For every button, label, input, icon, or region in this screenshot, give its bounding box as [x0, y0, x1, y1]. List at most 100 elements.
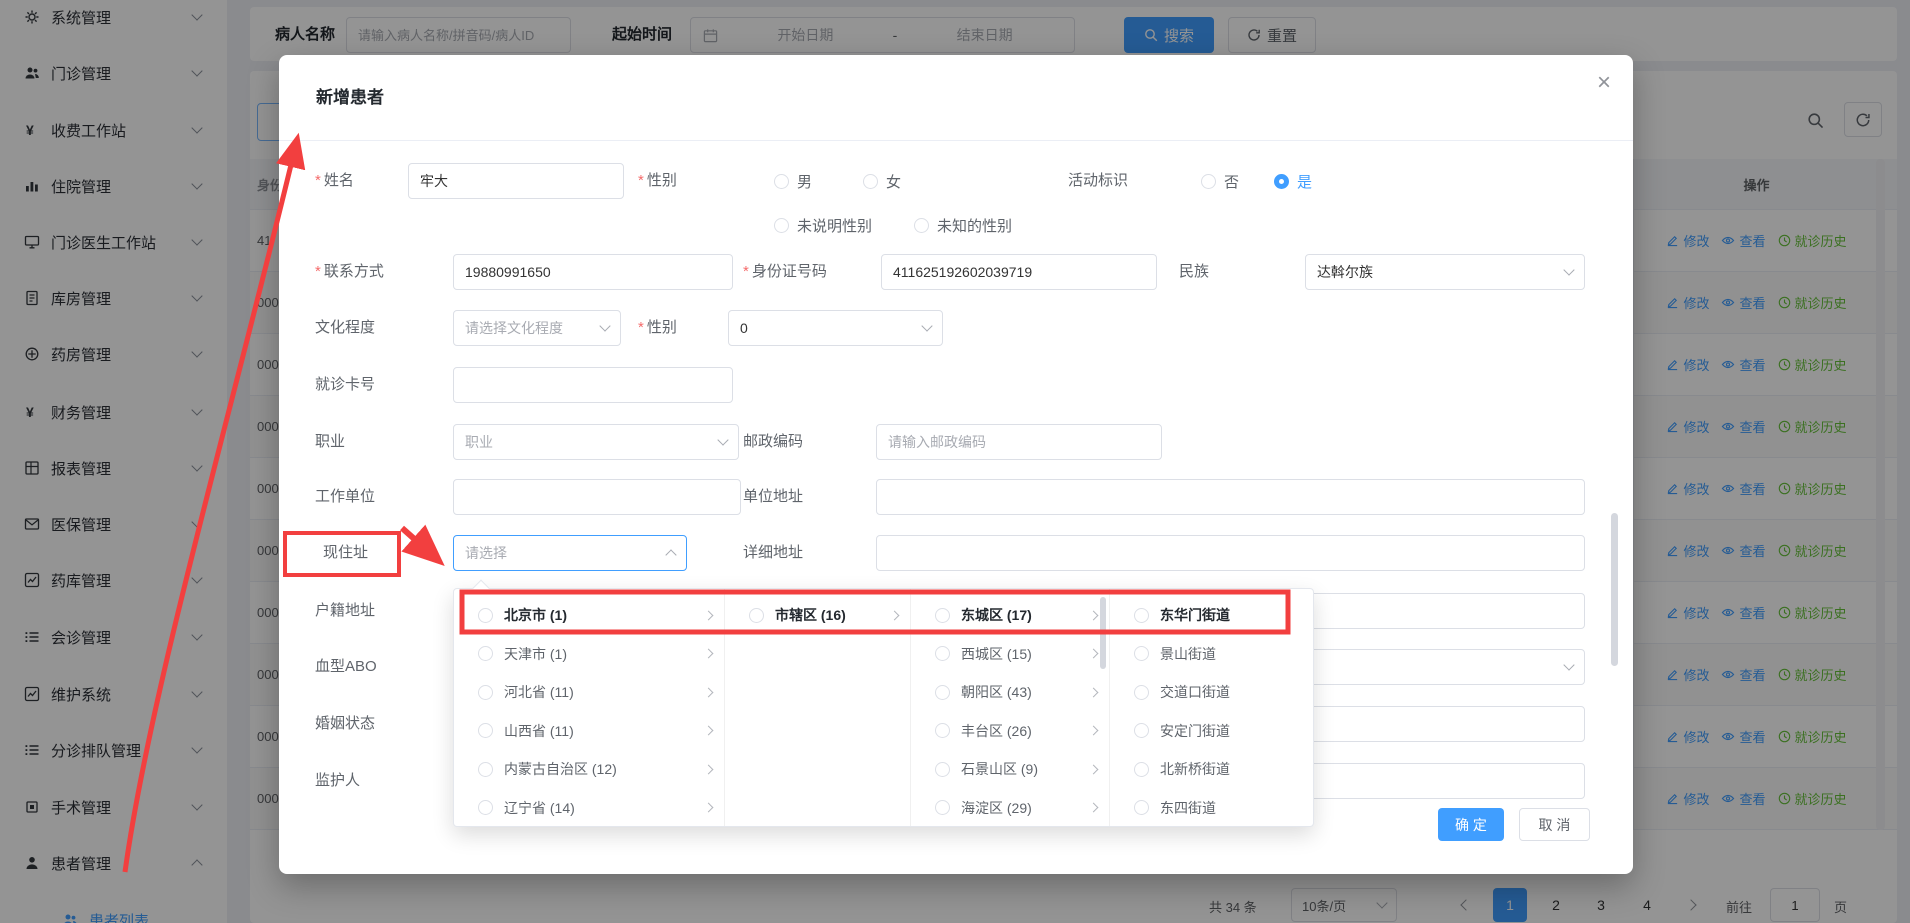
id-card-input[interactable]	[881, 254, 1157, 290]
cascader-option-label: 西城区 (15)	[961, 644, 1090, 664]
radio-icon[interactable]	[1134, 646, 1149, 661]
radio-icon[interactable]	[935, 685, 950, 700]
dialog-scrollbar[interactable]	[1611, 513, 1618, 666]
radio-icon[interactable]	[1134, 723, 1149, 738]
chevron-right-icon	[704, 687, 714, 697]
education-label: 文化程度	[315, 310, 375, 346]
radio-icon[interactable]	[1134, 685, 1149, 700]
cascader-scrollbar[interactable]	[1100, 597, 1106, 669]
chevron-right-icon	[1089, 764, 1099, 774]
active-flag-radio-no[interactable]: 否	[1201, 163, 1239, 199]
occupation-select[interactable]: 职业	[453, 424, 739, 460]
cascader-option-label: 辽宁省 (14)	[504, 798, 705, 818]
cascader-option-xicheng[interactable]: 西城区 (15)	[911, 635, 1109, 674]
cascader-option-andingmen[interactable]: 安定门街道	[1110, 712, 1314, 751]
cascader-option-label: 天津市 (1)	[504, 644, 705, 664]
cascader-option-beixinqiao[interactable]: 北新桥街道	[1110, 750, 1314, 789]
cascader-option-dongcheng[interactable]: 东城区 (17)	[911, 596, 1109, 635]
ethnicity-select[interactable]: 达斡尔族	[1305, 254, 1585, 290]
cascader-option-jingshan[interactable]: 景山街道	[1110, 635, 1314, 674]
radio-icon[interactable]	[935, 800, 950, 815]
app: 系统管理 门诊管理 ¥ 收费工作站 住院管理 门诊医生工作站 库房管理	[0, 0, 1910, 923]
guardian-label: 监护人	[315, 763, 360, 799]
radio-icon[interactable]	[478, 723, 493, 738]
cascader-option-shanxi[interactable]: 山西省 (11)	[454, 712, 724, 751]
chevron-down-icon	[717, 434, 728, 445]
employer-input[interactable]	[453, 479, 741, 515]
cascader-option-label: 东华门街道	[1160, 605, 1302, 625]
gender-label: *性别	[638, 163, 677, 199]
radio-icon[interactable]	[478, 762, 493, 777]
radio-icon	[774, 174, 789, 189]
postcode-input[interactable]	[876, 424, 1162, 460]
employer-label: 工作单位	[315, 479, 375, 515]
cascader-option-liaoning[interactable]: 辽宁省 (14)	[454, 789, 724, 828]
radio-icon	[914, 218, 929, 233]
employer-address-label: 单位地址	[743, 479, 803, 515]
gender-code-select[interactable]: 0	[728, 310, 943, 346]
cancel-button[interactable]: 取 消	[1519, 808, 1590, 841]
cascader-option-hebei[interactable]: 河北省 (11)	[454, 673, 724, 712]
visit-card-input[interactable]	[453, 367, 733, 403]
chevron-right-icon	[1089, 649, 1099, 659]
close-icon[interactable]: ×	[1597, 71, 1611, 95]
gender-radio-unknown[interactable]: 未知的性别	[914, 207, 1012, 243]
cascader-option-dongsi[interactable]: 东四街道	[1110, 789, 1314, 828]
gender-radio-unstated[interactable]: 未说明性别	[774, 207, 872, 243]
radio-icon[interactable]	[478, 685, 493, 700]
select-placeholder: 请选择文化程度	[465, 318, 563, 338]
cascader-option-tianjin[interactable]: 天津市 (1)	[454, 635, 724, 674]
radio-label: 否	[1224, 171, 1239, 192]
cascader-option-label: 朝阳区 (43)	[961, 682, 1090, 702]
confirm-button[interactable]: 确 定	[1438, 808, 1504, 841]
radio-icon[interactable]	[478, 646, 493, 661]
gender-radio-female[interactable]: 女	[863, 163, 901, 199]
cascader-option-neimenggu[interactable]: 内蒙古自治区 (12)	[454, 750, 724, 789]
cascader-option-label: 安定门街道	[1160, 721, 1302, 741]
radio-label: 女	[886, 171, 901, 192]
radio-icon[interactable]	[935, 646, 950, 661]
cascader-option-label: 山西省 (11)	[504, 721, 705, 741]
active-flag-radio-yes[interactable]: 是	[1274, 163, 1312, 199]
cascader-district-column: 东城区 (17) 西城区 (15) 朝阳区 (43) 丰台区 (26) 石景山区…	[911, 589, 1110, 826]
cascader-option-fengtai[interactable]: 丰台区 (26)	[911, 712, 1109, 751]
cascader-city-column: 市辖区 (16)	[725, 589, 911, 826]
cascader-option-shijingshan[interactable]: 石景山区 (9)	[911, 750, 1109, 789]
gender-radio-male[interactable]: 男	[774, 163, 812, 199]
cascader-option-jiaodaokou[interactable]: 交道口街道	[1110, 673, 1314, 712]
select-value: 达斡尔族	[1317, 262, 1373, 282]
detail-address-input[interactable]	[876, 535, 1585, 571]
required-star: *	[743, 263, 749, 280]
education-select[interactable]: 请选择文化程度	[453, 310, 621, 346]
cascader-province-column: 北京市 (1) 天津市 (1) 河北省 (11) 山西省 (11) 内蒙古自治区…	[454, 589, 725, 826]
name-input[interactable]	[408, 163, 624, 199]
dialog-divider	[279, 140, 1633, 141]
radio-icon[interactable]	[478, 800, 493, 815]
cascader-option-shixiaqu[interactable]: 市辖区 (16)	[725, 596, 910, 635]
radio-icon	[774, 218, 789, 233]
cascader-option-beijing[interactable]: 北京市 (1)	[454, 596, 724, 635]
phone-input[interactable]	[453, 254, 733, 290]
visit-card-label: 就诊卡号	[315, 367, 375, 403]
cascader-street-column: 东华门街道 景山街道 交道口街道 安定门街道 北新桥街道 东四街道	[1110, 589, 1314, 826]
cascader-option-haidian[interactable]: 海淀区 (29)	[911, 789, 1109, 828]
radio-icon[interactable]	[478, 608, 493, 623]
detail-address-label: 详细地址	[743, 535, 803, 571]
employer-address-input[interactable]	[876, 479, 1585, 515]
radio-icon[interactable]	[749, 608, 764, 623]
cascader-option-donghuamen[interactable]: 东华门街道	[1110, 596, 1314, 635]
radio-icon[interactable]	[935, 723, 950, 738]
radio-icon[interactable]	[1134, 800, 1149, 815]
cancel-label: 取 消	[1539, 815, 1571, 835]
current-address-label: 现住址	[323, 535, 368, 571]
chevron-down-icon	[1563, 264, 1574, 275]
radio-icon[interactable]	[1134, 762, 1149, 777]
cascader-option-chaoyang[interactable]: 朝阳区 (43)	[911, 673, 1109, 712]
required-star: *	[638, 319, 644, 336]
current-address-cascader[interactable]: 请选择	[453, 535, 687, 571]
cascader-option-label: 交道口街道	[1160, 682, 1302, 702]
ethnicity-label: 民族	[1179, 254, 1209, 290]
radio-icon[interactable]	[1134, 608, 1149, 623]
radio-icon[interactable]	[935, 762, 950, 777]
radio-icon[interactable]	[935, 608, 950, 623]
